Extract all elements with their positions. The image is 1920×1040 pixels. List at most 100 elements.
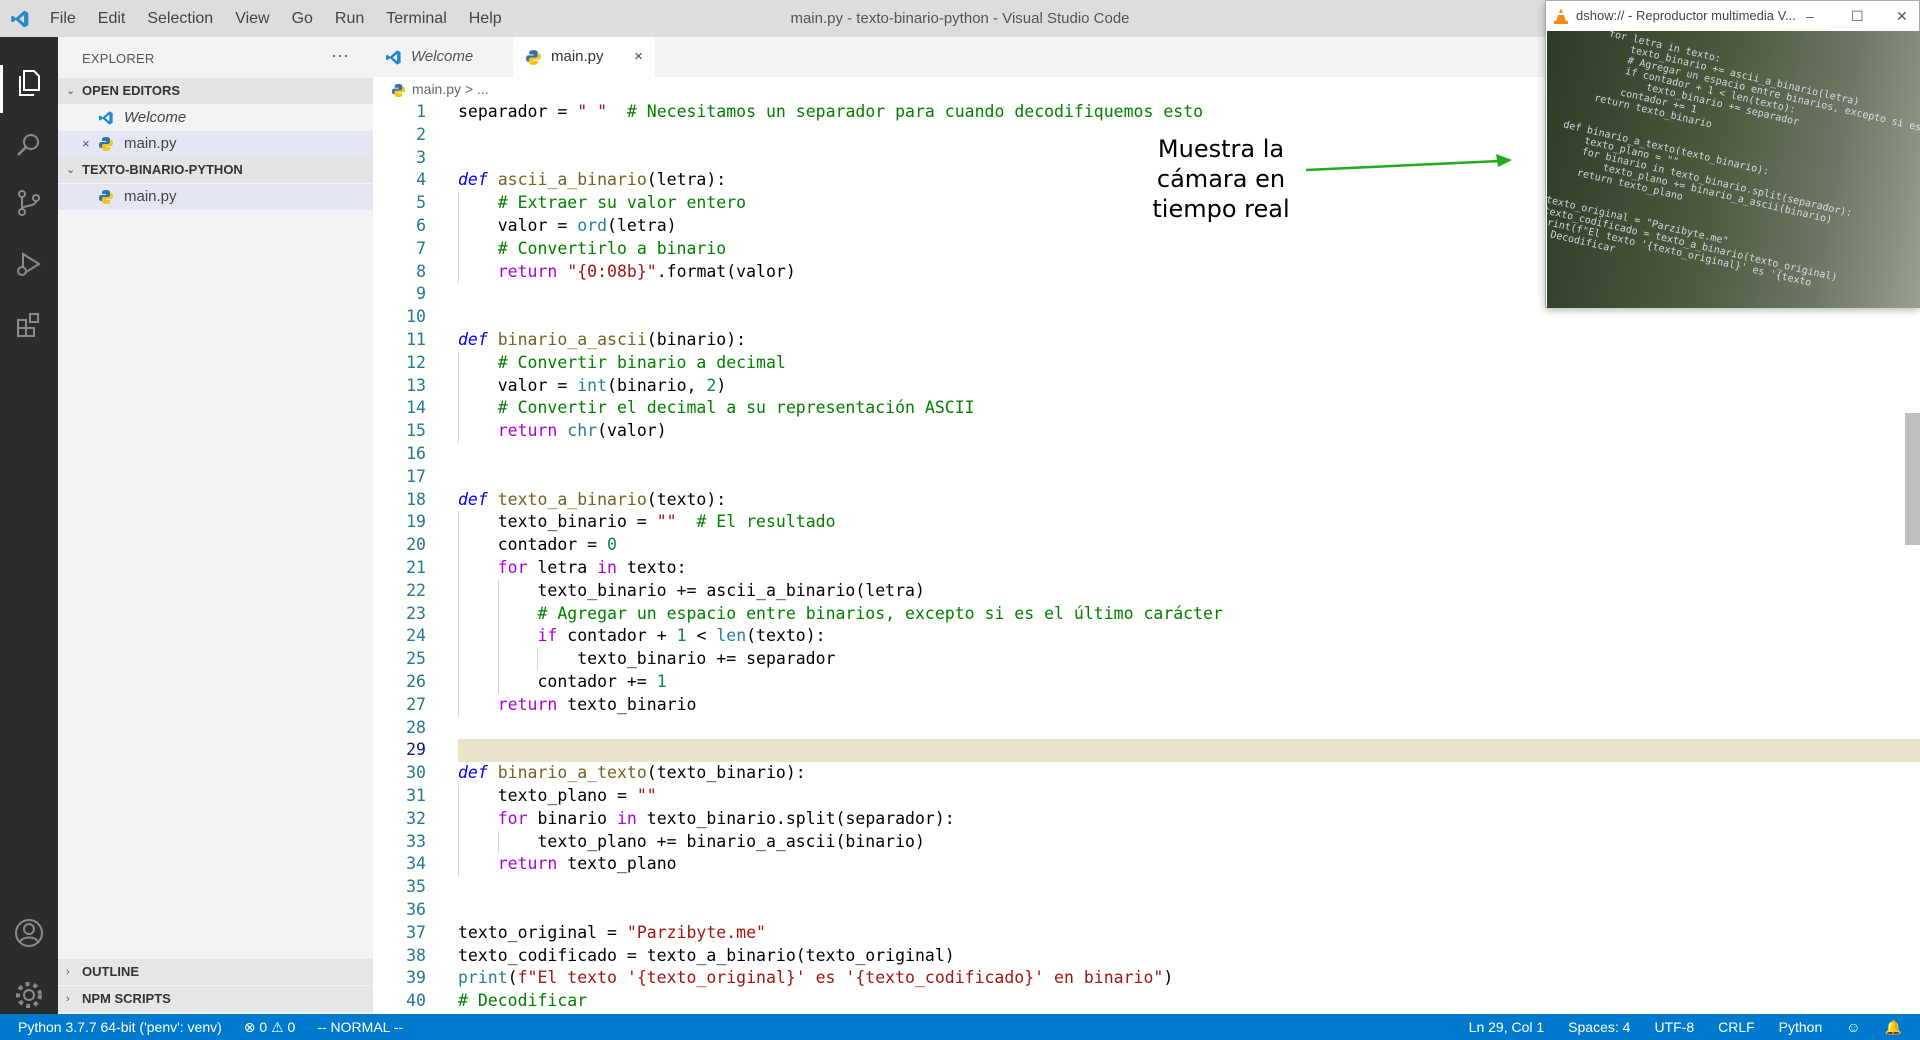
open-editor-main-py-label: main.py [124, 135, 177, 152]
code-text: if contador + 1 < len(texto): [537, 626, 826, 646]
tab-main-py[interactable]: main.py × [513, 37, 655, 77]
code-line[interactable]: 31 texto_plano = "" [373, 785, 1920, 808]
code-line[interactable]: 25 texto_binario += separador [373, 648, 1920, 671]
line-number: 17 [406, 466, 426, 486]
code-text: def ascii_a_binario(letra): [458, 170, 727, 190]
code-line[interactable]: 32 for binario in texto_binario.split(se… [373, 808, 1920, 831]
menu-edit[interactable]: Edit [98, 10, 126, 28]
code-text: separador = " " # Necesitamos un separad… [458, 102, 1204, 121]
python-interpreter[interactable]: Python 3.7.7 64-bit ('penv': venv) [18, 1014, 222, 1040]
vertical-scrollbar[interactable] [1905, 413, 1920, 545]
line-endings[interactable]: CRLF [1718, 1014, 1755, 1040]
python-icon [526, 50, 541, 65]
code-line[interactable]: 29 [406, 739, 1920, 763]
settings-gear-icon[interactable] [13, 979, 45, 1011]
code-text: print(f"El texto '{texto_original}' es '… [458, 968, 1174, 988]
code-line[interactable]: 20 contador = 0 [373, 534, 1920, 557]
language-mode[interactable]: Python [1779, 1014, 1823, 1040]
code-line[interactable]: 16 [373, 443, 1920, 466]
line-number: 19 [406, 512, 426, 532]
chevron-right-icon: › [66, 993, 70, 1005]
open-editor-main-py[interactable]: × main.py [58, 131, 373, 157]
close-tab-icon[interactable]: × [634, 37, 643, 77]
encoding[interactable]: UTF-8 [1654, 1014, 1694, 1040]
vlc-window[interactable]: dshow:// - Reproductor multimedia V... –… [1545, 0, 1920, 308]
search-icon[interactable] [13, 129, 45, 161]
file-main-py[interactable]: main.py [58, 184, 373, 210]
code-line[interactable]: 14 # Convertir el decimal a su represent… [373, 397, 1920, 420]
minimize-button[interactable]: – [1806, 1, 1814, 31]
code-text: contador = 0 [458, 535, 617, 555]
menu-help[interactable]: Help [469, 10, 502, 28]
code-line[interactable]: 28 [373, 717, 1920, 740]
code-text: texto_original = "Parzibyte.me" [458, 922, 766, 942]
problems-indicator[interactable]: ⊗ 0 ⚠ 0 [244, 1014, 296, 1040]
indent-guide [458, 192, 459, 284]
camera-video: for letra in texto: texto_binario += asc… [1547, 31, 1920, 308]
active-indicator [0, 65, 3, 113]
indentation[interactable]: Spaces: 4 [1568, 1014, 1630, 1040]
code-line[interactable]: 38 texto_codificado = texto_a_binario(tex… [373, 945, 1920, 968]
code-text: return "{0:08b}".format(valor) [497, 261, 796, 281]
open-editors-section[interactable]: ⌄ OPEN EDITORS [58, 78, 373, 104]
code-line[interactable]: 35 [373, 876, 1920, 899]
line-number: 16 [406, 444, 426, 463]
code-line[interactable]: 24 if contador + 1 < len(texto): [373, 625, 1920, 648]
indent-guide [458, 511, 459, 717]
code-line[interactable]: 18 def texto_a_binario(texto): [373, 489, 1920, 512]
code-line[interactable]: 30 def binario_a_texto(texto_binario): [373, 762, 1920, 785]
close-button[interactable]: ✕ [1896, 1, 1908, 31]
code-line[interactable]: 40 # Decodificar [373, 990, 1920, 1013]
vlc-title-bar[interactable]: dshow:// - Reproductor multimedia V... –… [1546, 1, 1920, 31]
code-line[interactable]: 26 contador += 1 [373, 671, 1920, 694]
code-text: texto_plano += binario_a_ascii(binario) [458, 831, 925, 851]
code-text: contador += 1 [458, 672, 667, 691]
code-line[interactable]: 39 print(f"El texto '{texto_original}' es… [373, 967, 1920, 990]
maximize-button[interactable]: ☐ [1851, 1, 1864, 31]
menu-run[interactable]: Run [335, 10, 364, 28]
notifications-icon[interactable]: 🔔 [1885, 1014, 1902, 1040]
code-text: # Decodificar [458, 991, 588, 1011]
menu-view[interactable]: View [235, 10, 269, 28]
account-icon[interactable] [13, 917, 45, 949]
source-control-icon[interactable] [13, 187, 45, 219]
explorer-icon[interactable] [13, 67, 45, 99]
code-line[interactable]: 15 return chr(valor) [373, 420, 1920, 443]
menu-selection[interactable]: Selection [147, 10, 213, 28]
code-line[interactable]: 21 for letra in texto: [373, 557, 1920, 580]
feedback-icon[interactable]: ☺ [1846, 1014, 1860, 1040]
project-section[interactable]: ⌄ TEXTO-BINARIO-PYTHON [58, 157, 373, 183]
code-line[interactable]: 23 # Agregar un espacio entre binarios, … [373, 603, 1920, 626]
open-editor-welcome[interactable]: Welcome [58, 105, 373, 131]
code-line[interactable]: 17 [373, 466, 1920, 489]
code-text: valor = ord(letra) [458, 216, 677, 235]
more-actions-icon[interactable]: ··· [331, 45, 349, 66]
code-line[interactable]: 33 texto_plano += binario_a_ascii(binari… [373, 831, 1920, 854]
line-number: 14 [406, 398, 426, 418]
code-line[interactable]: 10 [373, 306, 1920, 329]
cursor-position[interactable]: Ln 29, Col 1 [1469, 1014, 1545, 1040]
code-line[interactable]: 27 return texto_binario [373, 694, 1920, 717]
code-line[interactable]: 36 [373, 899, 1920, 922]
close-icon[interactable]: × [82, 131, 90, 157]
extensions-icon[interactable] [13, 309, 45, 341]
outline-section[interactable]: › OUTLINE [58, 959, 373, 985]
code-line[interactable]: 13 valor = int(binario, 2) [373, 375, 1920, 398]
code-line[interactable]: 12 # Convertir binario a decimal [373, 352, 1920, 375]
tab-welcome[interactable]: Welcome [373, 37, 513, 77]
code-line[interactable]: 19 texto_binario = "" # El resultado [373, 511, 1920, 534]
outline-label: OUTLINE [82, 964, 140, 979]
code-line[interactable]: 11 def binario_a_ascii(binario): [373, 329, 1920, 352]
code-line[interactable]: 37 texto_original = "Parzibyte.me" [373, 922, 1920, 945]
menu-file[interactable]: File [50, 10, 76, 28]
code-line[interactable]: 34 return texto_plano [373, 853, 1920, 876]
indent-guide [537, 648, 539, 671]
menu-go[interactable]: Go [292, 10, 313, 28]
npm-scripts-section[interactable]: › NPM SCRIPTS [58, 986, 373, 1012]
menu-terminal[interactable]: Terminal [386, 10, 446, 28]
run-debug-icon[interactable] [13, 248, 45, 280]
line-number: 18 [406, 489, 426, 509]
code-text: valor = int(binario, 2) [458, 375, 727, 395]
code-line[interactable]: 22 texto_binario += ascii_a_binario(letr… [373, 580, 1920, 603]
open-editors-label: OPEN EDITORS [82, 83, 181, 98]
